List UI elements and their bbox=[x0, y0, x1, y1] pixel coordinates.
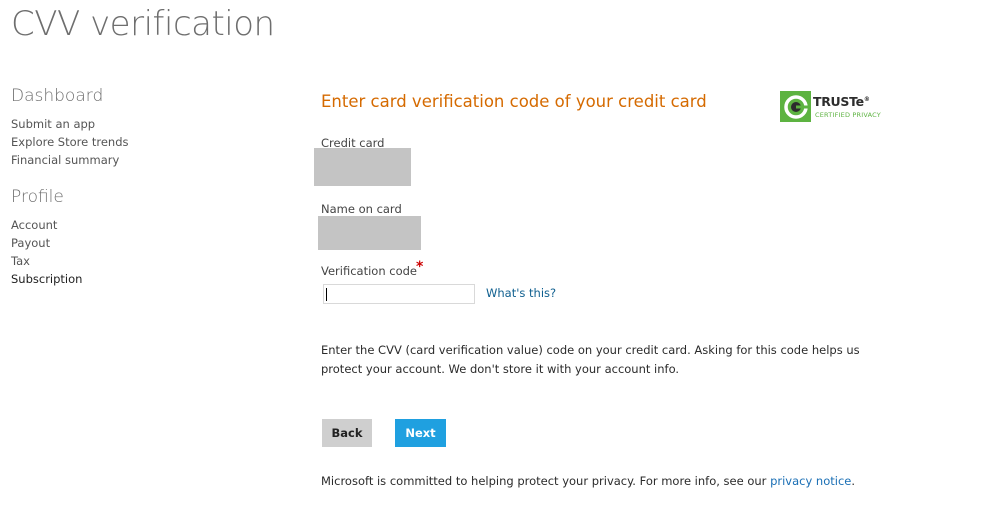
verification-code-input[interactable] bbox=[323, 284, 475, 304]
privacy-statement-period: . bbox=[851, 474, 856, 488]
whats-this-link[interactable]: What's this? bbox=[486, 286, 556, 300]
truste-logo: TRUSTe® CERTIFIED PRIVACY bbox=[780, 91, 892, 123]
cvv-verification-page: CVV verification Dashboard Submit an app… bbox=[0, 0, 997, 532]
back-button[interactable]: Back bbox=[322, 419, 372, 447]
cvv-help-text: Enter the CVV (card verification value) … bbox=[321, 343, 860, 376]
sidebar-item-payout[interactable]: Payout bbox=[11, 234, 251, 252]
sidebar-item-tax[interactable]: Tax bbox=[11, 252, 251, 270]
text-caret bbox=[326, 288, 327, 301]
form-heading: Enter card verification code of your cre… bbox=[321, 92, 707, 111]
truste-wordmark: TRUSTe® bbox=[813, 94, 870, 109]
verification-code-label: Verification code bbox=[321, 264, 418, 278]
name-on-card-label: Name on card bbox=[321, 202, 402, 216]
sidebar-item-account[interactable]: Account bbox=[11, 216, 251, 234]
required-indicator: * bbox=[416, 259, 424, 275]
sidebar-item-explore-store-trends[interactable]: Explore Store trends bbox=[11, 133, 251, 151]
sidebar: Dashboard Submit an app Explore Store tr… bbox=[11, 86, 251, 288]
privacy-notice-link[interactable]: privacy notice bbox=[770, 474, 851, 488]
privacy-statement-text: Microsoft is committed to helping protec… bbox=[321, 474, 771, 488]
sidebar-item-submit-an-app[interactable]: Submit an app bbox=[11, 115, 251, 133]
sidebar-item-financial-summary[interactable]: Financial summary bbox=[11, 151, 251, 169]
sidebar-heading-profile[interactable]: Profile bbox=[11, 187, 251, 207]
truste-seal-icon bbox=[780, 91, 811, 122]
next-button[interactable]: Next bbox=[395, 419, 446, 447]
sidebar-heading-dashboard[interactable]: Dashboard bbox=[11, 86, 251, 106]
name-on-card-redacted-value bbox=[318, 216, 421, 250]
sidebar-item-subscription[interactable]: Subscription bbox=[11, 270, 251, 288]
truste-subtitle: CERTIFIED PRIVACY bbox=[815, 111, 881, 119]
credit-card-redacted-value bbox=[314, 148, 411, 186]
page-title: CVV verification bbox=[11, 4, 275, 44]
privacy-statement: Microsoft is committed to helping protec… bbox=[321, 474, 855, 488]
cvv-form: Enter card verification code of your cre… bbox=[314, 88, 921, 508]
